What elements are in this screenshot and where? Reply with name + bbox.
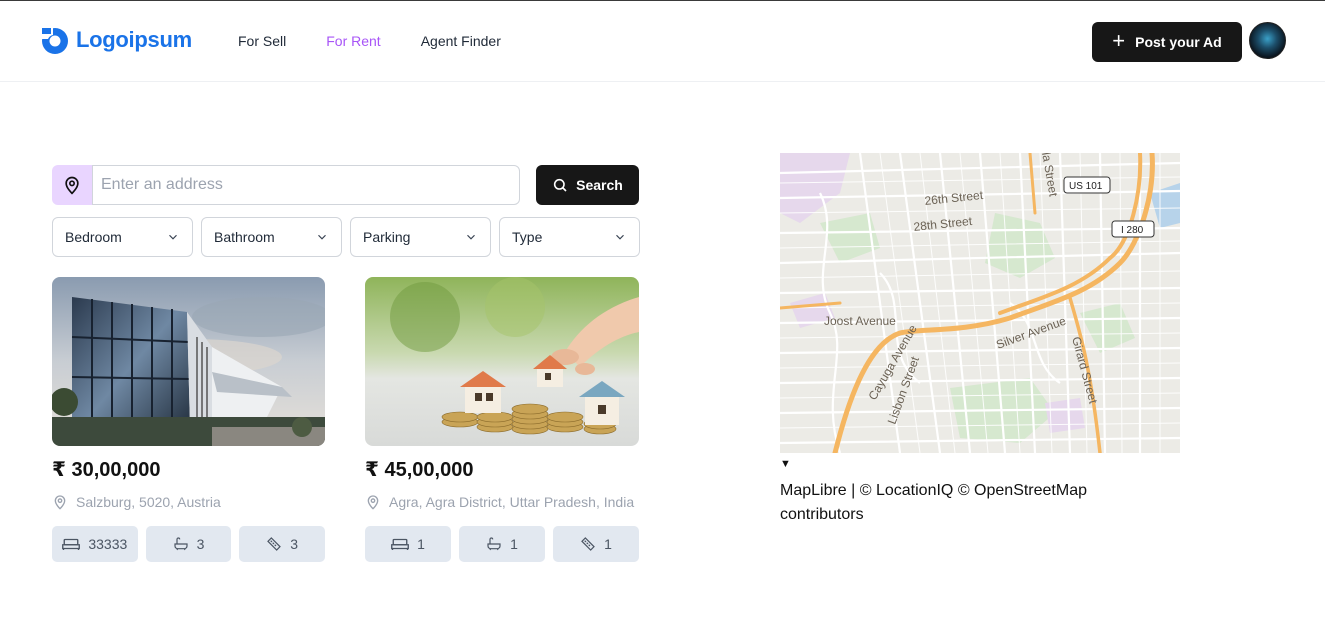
bedroom-value: 1 [417,536,425,552]
map-shield-label: US 101 [1069,181,1103,192]
listing-location: Agra, Agra District, Uttar Pradesh, Indi… [365,492,639,512]
listing-location-text: Salzburg, 5020, Austria [76,494,221,510]
search-button[interactable]: Search [536,165,639,205]
logo[interactable]: Logoipsum [40,25,192,55]
logo-text: Logoipsum [76,27,192,52]
area-value: 1 [604,536,612,552]
bed-icon [62,538,81,550]
bed-icon [391,538,410,550]
location-pin-icon [367,495,379,510]
filter-bar: Bedroom Bathroom Parking Type [52,217,640,257]
listing-location: Salzburg, 5020, Austria [52,492,325,512]
listing-image[interactable] [52,277,325,446]
chevron-down-icon [616,234,624,240]
location-pin-icon [52,165,92,205]
filter-label: Bathroom [214,229,275,245]
chevron-down-icon [169,234,177,240]
map-view[interactable]: 26th Street 28th Street Joost Avenue Sil… [780,153,1180,453]
chevron-down-icon [318,234,326,240]
location-pin-icon [54,495,66,510]
bathroom-value: 3 [196,536,205,552]
logo-icon [42,28,68,54]
address-search [52,165,520,205]
bathtub-icon [487,537,501,551]
filter-label: Bedroom [65,229,122,245]
listing-location-text: Agra, Agra District, Uttar Pradesh, Indi… [389,494,635,510]
bedroom-value: 33333 [88,536,128,552]
post-ad-label: Post your Ad [1135,34,1222,50]
nav-agent-finder[interactable]: Agent Finder [421,33,501,49]
attribution-toggle[interactable]: ▼ [780,458,791,470]
listing-features: 1 1 1 [365,526,639,562]
map-label: Joost Avenue [824,314,896,328]
listing-price: ₹ 30,00,000 [52,459,161,481]
filter-label: Type [512,229,543,245]
listing-features: 33333 3 3 [52,526,326,562]
ruler-icon [267,537,282,551]
listing-image[interactable] [365,277,639,446]
map-attribution: MapLibre | © LocationIQ © OpenStreetMap … [780,482,1087,523]
nav-for-sell[interactable]: For Sell [238,33,286,49]
listing-price: ₹ 45,00,000 [365,459,474,481]
site-header: Logoipsum For Sell For Rent Agent Finder… [0,1,1325,82]
chevron-down-icon [467,234,475,240]
filter-type[interactable]: Type [499,217,640,257]
area-value: 3 [290,536,299,552]
filter-parking[interactable]: Parking [350,217,491,257]
search-icon [554,178,567,192]
user-avatar[interactable] [1249,22,1286,59]
post-ad-button[interactable]: + Post your Ad [1092,22,1242,62]
main-nav: For Sell For Rent Agent Finder [238,33,501,49]
bedroom-count: 1 [365,526,451,562]
ruler-icon [581,537,595,551]
bathroom-value: 1 [510,536,518,552]
search-button-label: Search [576,177,623,193]
area-count: 1 [553,526,639,562]
listing-card[interactable]: ₹ 30,00,000 Salzburg, 5020, Austria 3333… [52,277,326,562]
listing-card[interactable]: ₹ 45,00,000 Agra, Agra District, Uttar P… [365,277,639,562]
map-shield-label: I 280 [1121,225,1144,236]
nav-for-rent[interactable]: For Rent [326,33,380,49]
filter-label: Parking [363,229,411,245]
filter-bedroom[interactable]: Bedroom [52,217,193,257]
area-count: 3 [239,526,326,562]
bathroom-count: 3 [145,526,232,562]
bathtub-icon [174,537,188,551]
bathroom-count: 1 [459,526,545,562]
filter-bathroom[interactable]: Bathroom [201,217,342,257]
address-input[interactable] [92,165,520,205]
plus-icon: + [1112,28,1126,53]
bedroom-count: 33333 [52,526,138,562]
